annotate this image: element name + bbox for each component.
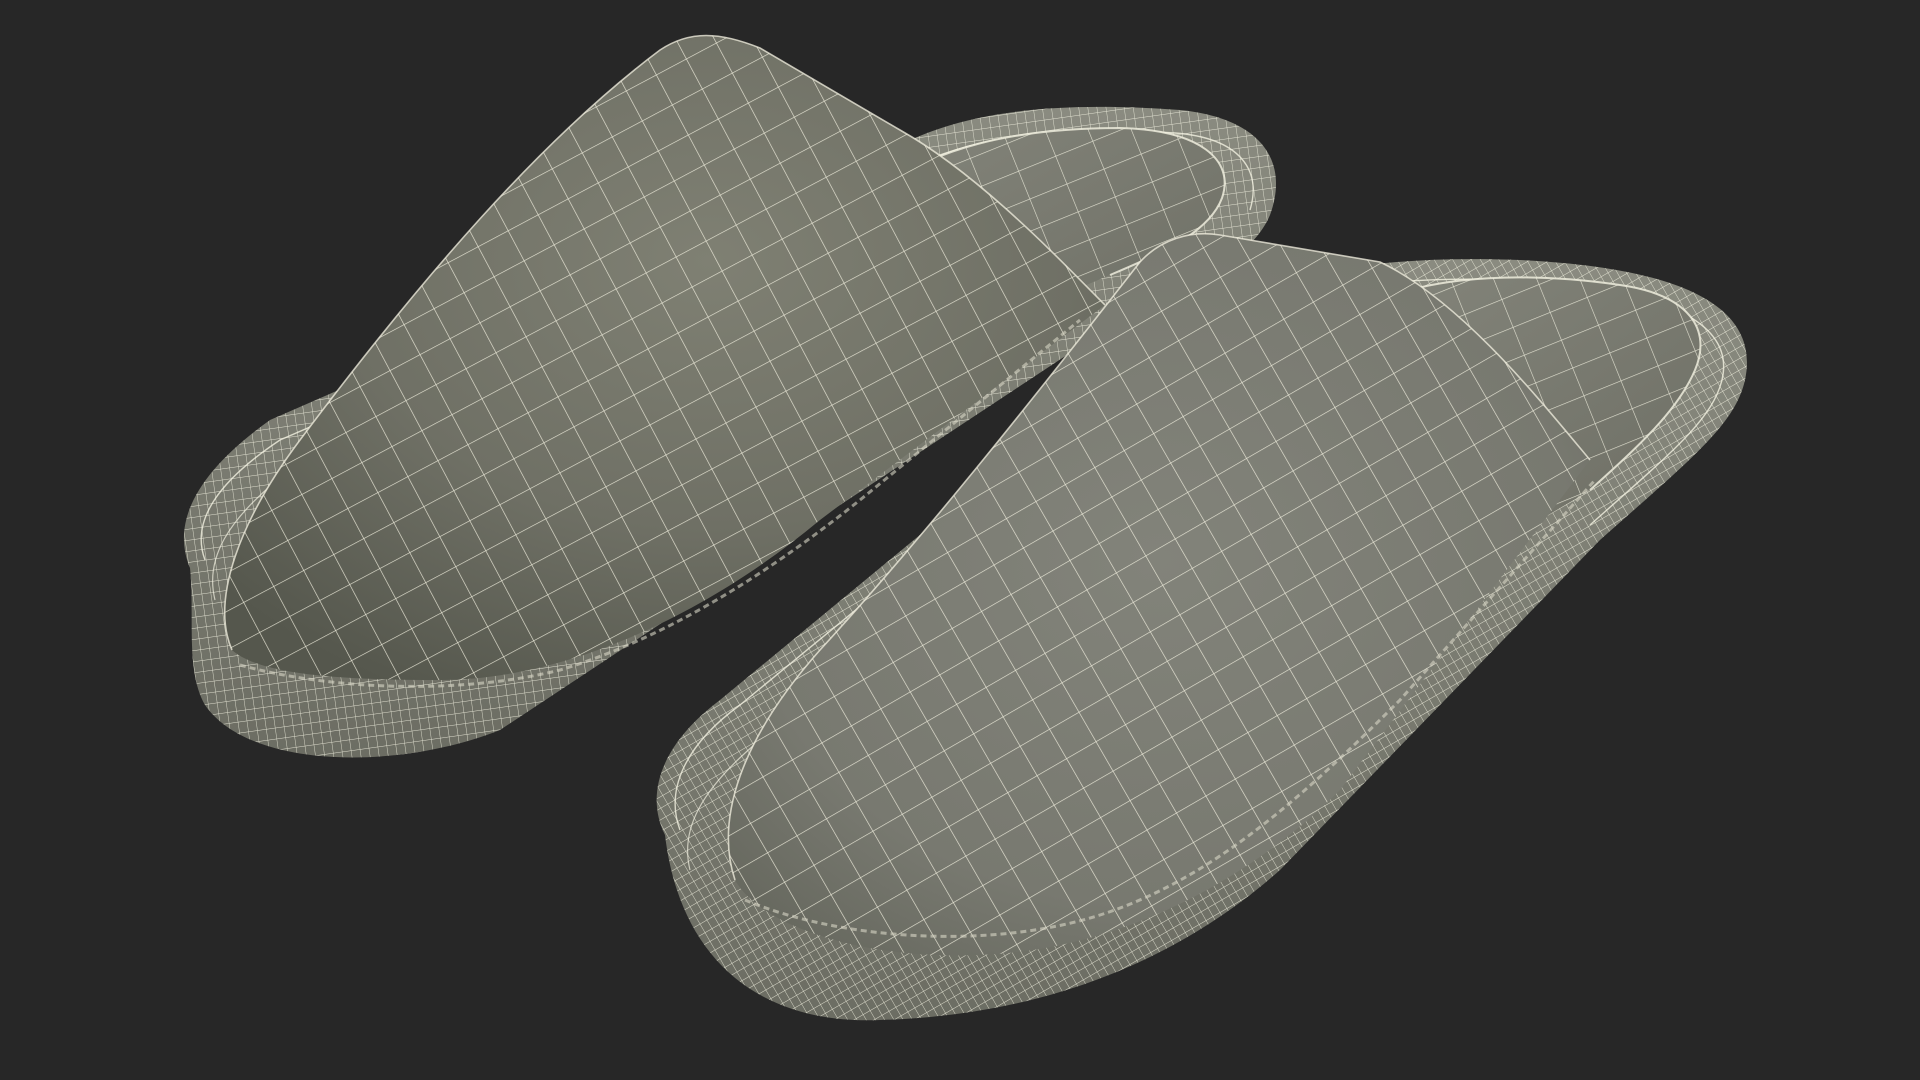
slippers-render (0, 0, 1920, 1080)
render-viewport (0, 0, 1920, 1080)
